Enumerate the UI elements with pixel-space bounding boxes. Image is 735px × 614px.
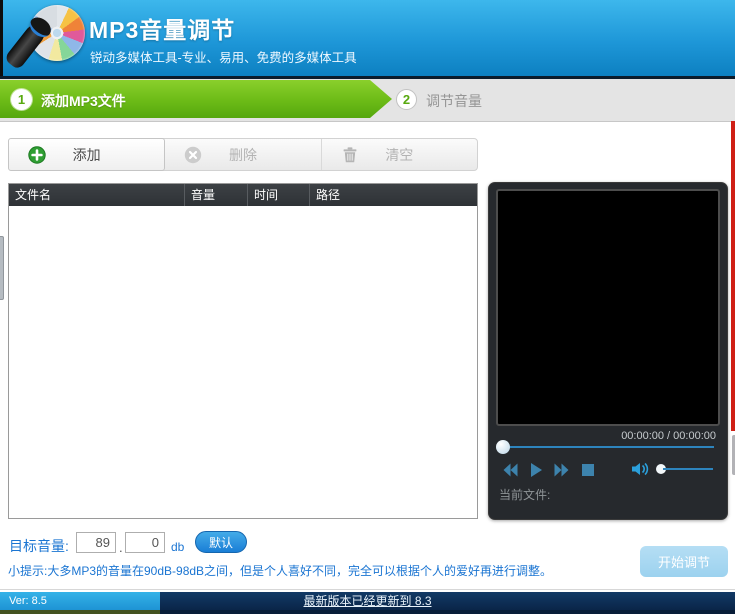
column-header-path[interactable]: 路径 <box>310 184 477 206</box>
x-circle-icon <box>185 146 202 164</box>
clear-button[interactable]: 清空 <box>320 139 477 170</box>
plus-circle-icon <box>28 146 46 164</box>
file-table: 文件名 音量 时间 路径 <box>8 183 478 519</box>
fast-forward-button[interactable] <box>553 461 571 479</box>
speaker-icon[interactable] <box>630 460 652 478</box>
rewind-button[interactable] <box>501 461 519 479</box>
playback-controls <box>501 460 597 480</box>
step-1-number: 1 <box>11 89 32 110</box>
status-bar: Ver: 8.5 最新版本已经更新到 8.3 <box>0 592 735 610</box>
add-button[interactable]: 添加 <box>8 138 166 171</box>
delete-button[interactable]: 删除 <box>165 139 320 170</box>
step-2-label: 调节音量 <box>426 93 482 109</box>
window-edge-strip <box>0 0 3 76</box>
add-button-label: 添加 <box>72 146 101 163</box>
step-tab-add-files[interactable]: 1 添加MP3文件 <box>0 80 392 118</box>
stop-button[interactable] <box>579 461 597 479</box>
file-list-area[interactable] <box>9 206 477 518</box>
update-version-link[interactable]: 最新版本已经更新到 8.3 <box>0 592 735 610</box>
start-adjust-button[interactable]: 开始调节 <box>640 546 728 577</box>
side-panel-handle[interactable] <box>0 236 4 300</box>
toolbar: 添加 删除 清空 <box>8 138 478 171</box>
step-1-label: 添加MP3文件 <box>41 93 126 109</box>
app-title: MP3音量调节 <box>89 17 236 43</box>
app-logo-icon <box>3 3 87 75</box>
target-volume-int-input[interactable] <box>76 532 116 553</box>
header: MP3音量调节 锐动多媒体工具-专业、易用、免费的多媒体工具 <box>0 0 735 79</box>
tip-text: 小提示:大多MP3的音量在90dB-98dB之间，但是个人喜好不同，完全可以根据… <box>8 564 553 578</box>
column-header-time[interactable]: 时间 <box>248 184 310 206</box>
step-tab-adjust-volume[interactable]: 2 调节音量 <box>390 80 735 119</box>
time-display: 00:00:00 / 00:00:00 <box>621 430 716 442</box>
volume-slider-track[interactable] <box>663 468 713 470</box>
delete-button-label: 删除 <box>228 146 257 163</box>
bottom-strip-right <box>160 610 735 614</box>
video-preview <box>496 189 720 426</box>
play-button[interactable] <box>527 461 545 479</box>
player-panel: 00:00:00 / 00:00:00 当前文件: <box>488 182 728 520</box>
decimal-separator: . <box>119 540 123 555</box>
progress-slider-track[interactable] <box>499 446 714 448</box>
column-header-volume[interactable]: 音量 <box>185 184 248 206</box>
step-2-number: 2 <box>396 89 417 110</box>
clear-button-label: 清空 <box>385 146 414 163</box>
right-edge-red-line <box>731 121 735 431</box>
column-header-filename[interactable]: 文件名 <box>9 184 185 206</box>
default-button[interactable]: 默认 <box>195 531 247 553</box>
app-subtitle: 锐动多媒体工具-专业、易用、免费的多媒体工具 <box>90 51 357 65</box>
file-table-header: 文件名 音量 时间 路径 <box>9 184 477 206</box>
progress-slider-thumb[interactable] <box>496 440 510 454</box>
current-file-label: 当前文件: <box>499 488 551 502</box>
target-volume-label: 目标音量: <box>9 538 69 554</box>
app-window: MP3音量调节 锐动多媒体工具-专业、易用、免费的多媒体工具 1 添加MP3文件… <box>0 0 735 614</box>
step-bar: 1 添加MP3文件 2 调节音量 <box>0 79 735 122</box>
db-unit-label: db <box>171 540 185 554</box>
target-volume-dec-input[interactable] <box>125 532 165 553</box>
trash-icon <box>343 147 357 163</box>
bottom-strip-left <box>0 610 160 614</box>
